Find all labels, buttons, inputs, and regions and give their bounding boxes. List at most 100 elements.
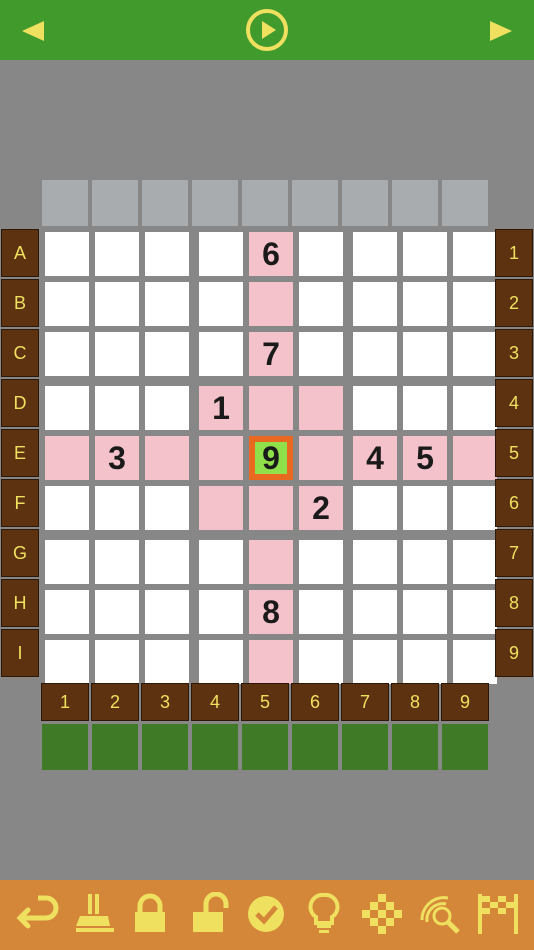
- board-cell[interactable]: [403, 486, 447, 530]
- board-cell[interactable]: [45, 332, 89, 376]
- board-cell[interactable]: [145, 486, 189, 530]
- board-cell[interactable]: [353, 282, 397, 326]
- board-cell[interactable]: [45, 232, 89, 276]
- board-cell[interactable]: [199, 436, 243, 480]
- column-label[interactable]: 6: [291, 683, 339, 721]
- board-cell[interactable]: [453, 640, 497, 684]
- board-cell[interactable]: 7: [249, 332, 293, 376]
- board-cell[interactable]: [199, 232, 243, 276]
- board-cell[interactable]: [403, 332, 447, 376]
- board-cell[interactable]: [353, 590, 397, 634]
- board-cell[interactable]: [299, 332, 343, 376]
- board-cell[interactable]: [299, 436, 343, 480]
- board-cell[interactable]: [453, 436, 497, 480]
- board-cell[interactable]: [353, 540, 397, 584]
- board-cell[interactable]: 5: [403, 436, 447, 480]
- board-cell[interactable]: [453, 332, 497, 376]
- board-cell[interactable]: [145, 590, 189, 634]
- board-cell[interactable]: 4: [353, 436, 397, 480]
- board-cell[interactable]: [453, 232, 497, 276]
- board-cell[interactable]: [95, 232, 139, 276]
- check-button[interactable]: [238, 880, 294, 950]
- column-label[interactable]: 9: [441, 683, 489, 721]
- board-cell[interactable]: [199, 540, 243, 584]
- board-cell[interactable]: [299, 386, 343, 430]
- board-cell[interactable]: [453, 540, 497, 584]
- board-cell[interactable]: [199, 332, 243, 376]
- finish-flag-button[interactable]: [470, 880, 526, 950]
- play-button[interactable]: [237, 0, 297, 60]
- lock-button[interactable]: [122, 880, 178, 950]
- eraser-button[interactable]: [66, 880, 122, 950]
- board-cell[interactable]: [45, 640, 89, 684]
- board-cell[interactable]: [453, 282, 497, 326]
- board-cell[interactable]: [199, 282, 243, 326]
- board-cell[interactable]: [249, 282, 293, 326]
- board-cell[interactable]: [249, 640, 293, 684]
- board-cell[interactable]: [145, 436, 189, 480]
- column-label[interactable]: 3: [141, 683, 189, 721]
- board-cell[interactable]: [145, 386, 189, 430]
- board-cell[interactable]: [353, 640, 397, 684]
- column-label[interactable]: 4: [191, 683, 239, 721]
- board-cell[interactable]: [403, 282, 447, 326]
- board-cell[interactable]: [353, 386, 397, 430]
- board-cell[interactable]: [95, 282, 139, 326]
- board-cell[interactable]: [45, 486, 89, 530]
- board-cell[interactable]: [249, 386, 293, 430]
- board-cell[interactable]: [403, 540, 447, 584]
- undo-button[interactable]: [10, 880, 66, 950]
- board-cell[interactable]: 1: [199, 386, 243, 430]
- board-cell[interactable]: [403, 640, 447, 684]
- board-cell[interactable]: [403, 590, 447, 634]
- board-cell[interactable]: [299, 540, 343, 584]
- column-label[interactable]: 2: [91, 683, 139, 721]
- board-cell[interactable]: [145, 332, 189, 376]
- board-cell[interactable]: [95, 540, 139, 584]
- column-label[interactable]: 7: [341, 683, 389, 721]
- board-cell[interactable]: [403, 386, 447, 430]
- board-cell[interactable]: 3: [95, 436, 139, 480]
- column-label[interactable]: 5: [241, 683, 289, 721]
- board-cell[interactable]: [145, 282, 189, 326]
- board-cell[interactable]: [95, 640, 139, 684]
- board-cell[interactable]: 8: [249, 590, 293, 634]
- magnifier-button[interactable]: [412, 880, 468, 950]
- board-cell[interactable]: 2: [299, 486, 343, 530]
- board-cell[interactable]: [453, 386, 497, 430]
- board-cell[interactable]: [199, 640, 243, 684]
- board-cell[interactable]: [45, 386, 89, 430]
- board-cell[interactable]: 6: [249, 232, 293, 276]
- board-cell[interactable]: [199, 486, 243, 530]
- board-cell[interactable]: [145, 232, 189, 276]
- prev-button[interactable]: [0, 0, 60, 60]
- board-cell[interactable]: [45, 436, 89, 480]
- board-cell[interactable]: [45, 540, 89, 584]
- board-cell[interactable]: [299, 640, 343, 684]
- board-cell[interactable]: [95, 386, 139, 430]
- column-label[interactable]: 8: [391, 683, 439, 721]
- board-cell[interactable]: [403, 232, 447, 276]
- board-cell[interactable]: [95, 590, 139, 634]
- next-button[interactable]: [474, 0, 534, 60]
- board-cell[interactable]: [199, 590, 243, 634]
- board-cell[interactable]: [45, 590, 89, 634]
- board-cell[interactable]: [453, 590, 497, 634]
- board-cell[interactable]: [249, 540, 293, 584]
- board-cell[interactable]: [249, 486, 293, 530]
- board-cell[interactable]: [45, 282, 89, 326]
- board-cell[interactable]: 9: [249, 436, 293, 480]
- board-cell[interactable]: [299, 282, 343, 326]
- board-cell[interactable]: [453, 486, 497, 530]
- board-cell[interactable]: [353, 486, 397, 530]
- board-cell[interactable]: [145, 640, 189, 684]
- board-cell[interactable]: [95, 332, 139, 376]
- board-cell[interactable]: [299, 232, 343, 276]
- board-cell[interactable]: [145, 540, 189, 584]
- grid-button[interactable]: [354, 880, 410, 950]
- board-cell[interactable]: [353, 332, 397, 376]
- hint-bulb-button[interactable]: [296, 880, 352, 950]
- board-cell[interactable]: [95, 486, 139, 530]
- board-cell[interactable]: [299, 590, 343, 634]
- column-label[interactable]: 1: [41, 683, 89, 721]
